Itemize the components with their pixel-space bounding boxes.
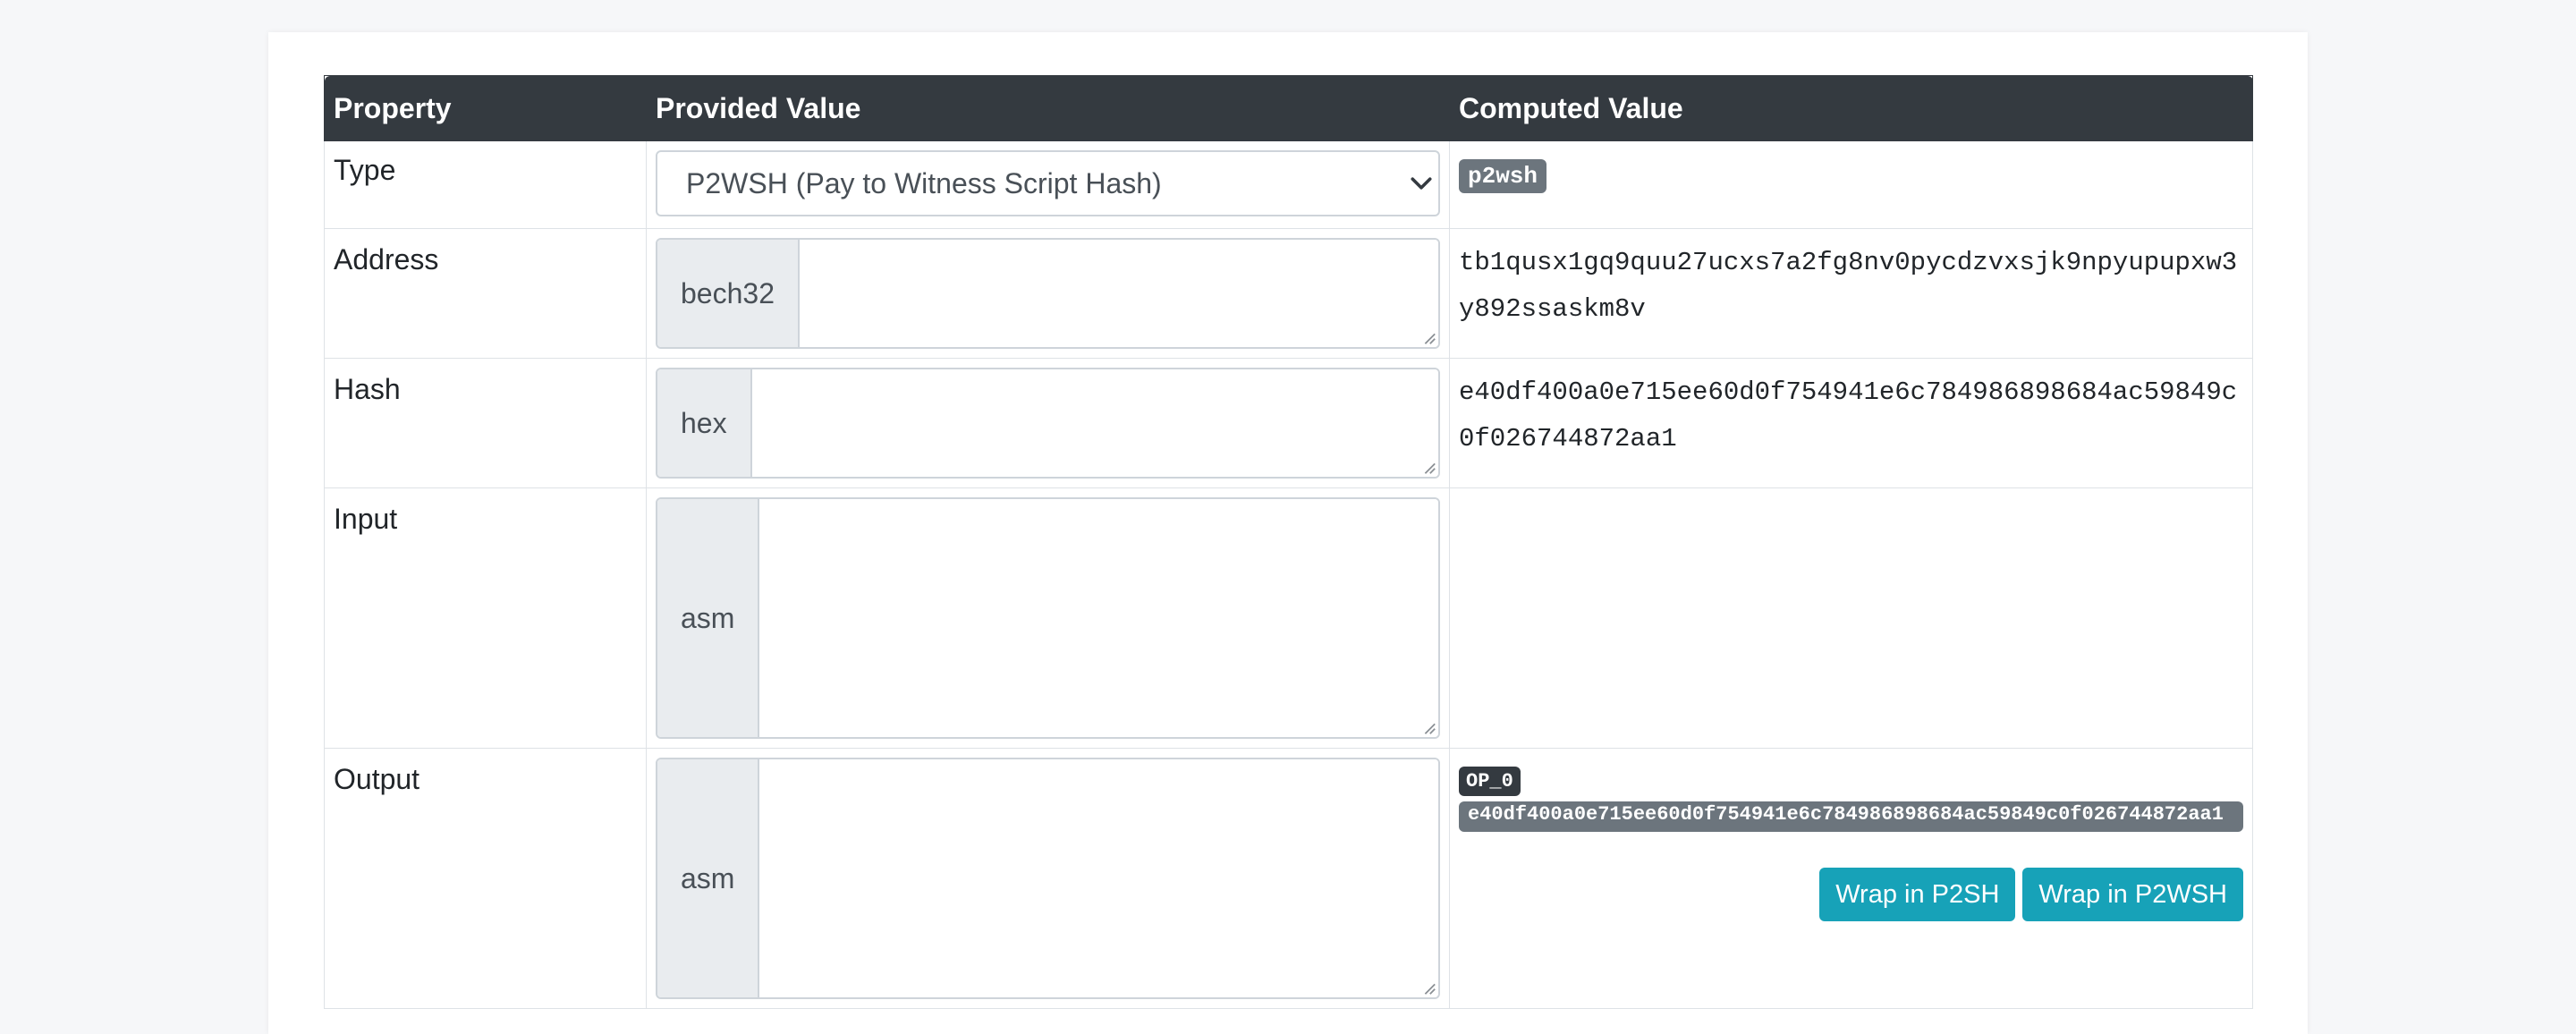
input-addon: asm	[657, 499, 760, 737]
address-label: Address	[324, 228, 647, 359]
type-select[interactable]: P2WSH (Pay to Witness Script Hash)	[656, 150, 1440, 216]
row-type: Type P2WSH (Pay to Witness Script Hash) …	[324, 140, 2253, 229]
hash-provided-cell: hex	[646, 358, 1450, 488]
row-output: Output asm OP_0 e40df400a0e715ee60d0f754…	[324, 748, 2253, 1009]
output-textarea[interactable]	[759, 759, 1438, 997]
header-provided-value: Provided Value	[646, 75, 1450, 141]
type-computed-badge: p2wsh	[1459, 159, 1547, 193]
input-provided-cell: asm	[646, 487, 1450, 749]
table-header-row: Property Provided Value Computed Value	[324, 75, 2253, 141]
row-hash: Hash hex e40df400a0e715ee60d0f754941e6c7…	[324, 358, 2253, 488]
hash-input-group: hex	[656, 368, 1440, 479]
wrap-button-group: Wrap in P2SH Wrap in P2WSH	[1459, 868, 2243, 921]
resize-grip-icon[interactable]	[1420, 329, 1436, 345]
wrap-in-p2wsh-button[interactable]: Wrap in P2WSH	[2022, 868, 2243, 921]
address-computed-value: tb1qusx1gq9quu27ucxs7a2fg8nv0pycdzvxsjk9…	[1459, 248, 2238, 324]
wrap-in-p2sh-button[interactable]: Wrap in P2SH	[1819, 868, 2016, 921]
hash-computed-cell: e40df400a0e715ee60d0f754941e6c7849868986…	[1449, 358, 2253, 488]
hash-label: Hash	[324, 358, 647, 488]
output-provided-cell: asm	[646, 748, 1450, 1009]
type-select-value: P2WSH (Pay to Witness Script Hash)	[686, 167, 1162, 199]
resize-grip-icon[interactable]	[1420, 459, 1436, 475]
resize-grip-icon[interactable]	[1420, 719, 1436, 735]
address-input-group: bech32	[656, 238, 1440, 349]
type-label: Type	[324, 140, 647, 229]
header-property: Property	[324, 75, 647, 141]
output-computed-cell: OP_0 e40df400a0e715ee60d0f754941e6c78498…	[1449, 748, 2253, 1009]
header-computed-value: Computed Value	[1449, 75, 2253, 141]
address-addon: bech32	[657, 240, 800, 347]
script-properties-table: Property Provided Value Computed Value T…	[324, 75, 2253, 1009]
hash-addon: hex	[657, 369, 752, 477]
hash-computed-value: e40df400a0e715ee60d0f754941e6c7849868986…	[1459, 377, 2238, 453]
main-card: Property Provided Value Computed Value T…	[268, 32, 2308, 1034]
output-addon: asm	[657, 759, 760, 997]
address-textarea[interactable]	[799, 240, 1438, 347]
input-input-group: asm	[656, 497, 1440, 739]
hash-textarea[interactable]	[751, 369, 1438, 477]
chevron-down-icon	[1411, 177, 1432, 190]
input-label: Input	[324, 487, 647, 749]
address-computed-cell: tb1qusx1gq9quu27ucxs7a2fg8nv0pycdzvxsjk9…	[1449, 228, 2253, 359]
row-input: Input asm	[324, 487, 2253, 749]
output-op-badge: OP_0	[1459, 767, 1521, 796]
output-label: Output	[324, 748, 647, 1009]
address-provided-cell: bech32	[646, 228, 1450, 359]
output-hash-badge: e40df400a0e715ee60d0f754941e6c7849868986…	[1459, 801, 2243, 832]
resize-grip-icon[interactable]	[1420, 979, 1436, 996]
type-computed-cell: p2wsh	[1449, 140, 2253, 229]
input-textarea[interactable]	[759, 499, 1438, 737]
input-computed-cell	[1449, 487, 2253, 749]
row-address: Address bech32 tb1qusx1gq9quu27ucxs7a2fg…	[324, 228, 2253, 359]
output-input-group: asm	[656, 758, 1440, 999]
type-provided-cell: P2WSH (Pay to Witness Script Hash)	[646, 140, 1450, 229]
